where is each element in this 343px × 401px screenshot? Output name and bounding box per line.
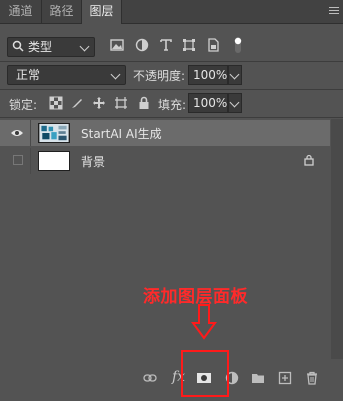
divider <box>0 61 343 62</box>
lock-position-icon[interactable] <box>92 96 106 110</box>
lock-transparent-pixels-icon[interactable] <box>49 96 63 110</box>
layer-filter-kind-dropdown[interactable]: 类型 <box>7 37 95 57</box>
layer-row[interactable]: StartAI AI生成 <box>0 120 330 146</box>
new-group-icon[interactable] <box>251 371 265 385</box>
search-icon <box>12 40 24 52</box>
smart-object-filter-icon[interactable] <box>206 38 220 52</box>
shape-filter-icon[interactable] <box>182 38 196 52</box>
opacity-label: 不透明度: <box>133 69 186 83</box>
tab-paths[interactable]: 路径 <box>42 0 82 23</box>
panel-menu-icon[interactable] <box>329 7 339 15</box>
divider <box>30 148 31 174</box>
layer-name[interactable]: 背景 <box>81 153 105 170</box>
lock-all-icon[interactable] <box>137 96 151 110</box>
tab-layers[interactable]: 图层 <box>82 0 122 24</box>
image-filter-icon[interactable] <box>110 38 124 52</box>
type-filter-icon[interactable] <box>159 38 173 52</box>
delete-layer-icon[interactable] <box>305 371 319 385</box>
chevron-down-icon <box>229 69 240 80</box>
fill-dropdown-button[interactable] <box>228 93 242 113</box>
lock-icon[interactable] <box>304 154 314 166</box>
new-layer-icon[interactable] <box>278 371 292 385</box>
layer-row[interactable]: 背景 <box>0 148 330 174</box>
panel-tab-bar: 通道 路径 图层 <box>0 0 343 24</box>
scrollbar[interactable] <box>331 119 343 359</box>
lock-artboard-icon[interactable] <box>114 96 128 110</box>
divider <box>0 89 343 90</box>
chevron-down-icon <box>110 69 121 80</box>
filter-toggle-icon[interactable] <box>233 36 243 54</box>
layer-thumbnail <box>38 123 70 143</box>
opacity-dropdown-button[interactable] <box>228 65 242 85</box>
visibility-toggle-empty[interactable] <box>13 155 23 165</box>
lock-label: 锁定: <box>9 98 38 112</box>
link-layers-icon[interactable] <box>143 371 157 385</box>
tab-channels[interactable]: 通道 <box>0 0 42 23</box>
chevron-down-icon <box>79 41 90 52</box>
divider <box>0 117 343 118</box>
layer-name[interactable]: StartAI AI生成 <box>81 125 162 142</box>
fill-label: 填充: <box>158 98 187 112</box>
filter-kind-label: 类型 <box>28 40 53 54</box>
opacity-input[interactable]: 100% <box>188 65 228 85</box>
layer-thumbnail <box>38 151 70 171</box>
lock-image-pixels-icon[interactable] <box>70 96 84 110</box>
adjustment-filter-icon[interactable] <box>135 38 149 52</box>
fill-input[interactable]: 100% <box>188 93 228 113</box>
down-arrow-icon <box>191 304 217 340</box>
divider <box>30 120 31 146</box>
visibility-eye-icon[interactable] <box>10 126 24 140</box>
blend-mode-dropdown[interactable]: 正常 <box>7 65 126 85</box>
chevron-down-icon <box>229 97 240 108</box>
annotation-highlight-box <box>181 350 229 397</box>
blend-mode-value: 正常 <box>16 68 41 82</box>
